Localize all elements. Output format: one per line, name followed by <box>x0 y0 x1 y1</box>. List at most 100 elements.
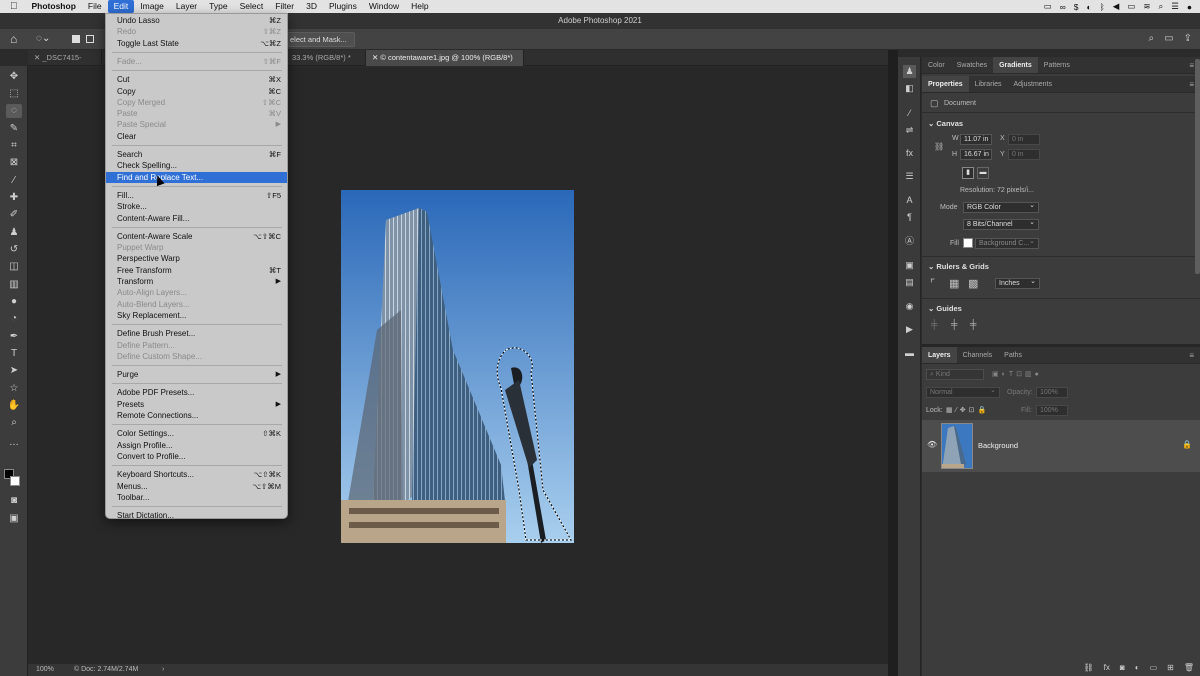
blend-mode-dropdown[interactable]: Normal <box>926 386 1000 398</box>
menu-item-toolbar[interactable]: Toolbar... <box>106 492 287 503</box>
add-mask-icon[interactable]: ◙ <box>1120 663 1125 672</box>
search-icon[interactable]: ⌕ <box>1149 33 1155 44</box>
lock-icons[interactable]: ▦⁄✥⊡🔒 <box>946 406 989 414</box>
mode-dropdown[interactable]: RGB Color <box>963 201 1039 213</box>
x-field[interactable]: 0 in <box>1008 134 1040 145</box>
screen-icon[interactable]: ▭ <box>1044 1 1052 12</box>
menu-item-adobe-pdf-presets[interactable]: Adobe PDF Presets... <box>106 387 287 398</box>
menu-item-content-aware-fill[interactable]: Content-Aware Fill... <box>106 213 287 224</box>
healing-tool-icon[interactable]: ✚ <box>6 191 22 205</box>
bluetooth-icon[interactable]: ᛒ <box>1100 2 1105 12</box>
menu-item-menus[interactable]: Menus... ⌥⇧⌘M <box>106 481 287 492</box>
creative-cloud-icon[interactable]: ∞ <box>1060 2 1066 12</box>
tab-patterns[interactable]: Patterns <box>1038 57 1076 73</box>
tab-color[interactable]: Color <box>922 57 951 73</box>
hand-tool-icon[interactable]: ✋ <box>6 399 22 413</box>
menu-select[interactable]: Select <box>234 0 270 13</box>
menu-item-start-dictation[interactable]: Start Dictation... <box>106 510 287 521</box>
new-layer-icon[interactable]: ⊞ <box>1167 663 1174 672</box>
adjustments-icon[interactable]: ⇌ <box>903 124 916 137</box>
frame-tool-icon[interactable]: ⊠ <box>6 156 22 170</box>
dollar-icon[interactable]: $ <box>1074 2 1079 12</box>
menu-item-perspective-warp[interactable]: Perspective Warp <box>106 253 287 264</box>
bit-depth-dropdown[interactable]: 8 Bits/Channel <box>963 218 1039 230</box>
glyphs-icon[interactable]: Ⓐ <box>903 235 916 248</box>
timeline-icon[interactable]: ▬ <box>903 347 916 360</box>
tab-layers[interactable]: Layers <box>922 347 957 363</box>
crop-tool-icon[interactable]: ⌗ <box>6 139 22 153</box>
menu-item-purge[interactable]: Purge ▶ <box>106 369 287 380</box>
3d-icon[interactable]: ◉ <box>903 300 916 313</box>
portrait-orientation-icon[interactable]: ▮ <box>962 167 974 179</box>
menu-item-free-transform[interactable]: Free Transform ⌘T <box>106 265 287 276</box>
menu-item-color-settings[interactable]: Color Settings... ⇧⌘K <box>106 428 287 439</box>
tab-channels[interactable]: Channels <box>957 347 999 363</box>
menu-item-cut[interactable]: Cut ⌘X <box>106 74 287 85</box>
guides-section[interactable]: ⌄ Guides <box>928 304 962 313</box>
quick-select-tool-icon[interactable]: ✎ <box>6 122 22 136</box>
lasso-tool-icon[interactable]: ◌⌄ <box>36 33 50 44</box>
menu-item-copy[interactable]: Copy ⌘C <box>106 86 287 97</box>
y-field[interactable]: 0 in <box>1008 149 1040 160</box>
delete-layer-icon[interactable]: 🗑 <box>1184 663 1194 672</box>
home-icon[interactable]: ⌂ <box>10 32 24 46</box>
link-layers-icon[interactable]: ⛓ <box>1084 663 1094 672</box>
info-icon[interactable]: ▣ <box>903 259 916 272</box>
stamp-tool-icon[interactable]: ♟ <box>6 226 22 240</box>
path-select-icon[interactable]: ➤ <box>6 364 22 378</box>
brush-tool-icon[interactable]: ✐ <box>6 208 22 222</box>
notes-icon[interactable]: ▤ <box>903 276 916 289</box>
siri-icon[interactable]: ● <box>1187 2 1192 12</box>
blur-tool-icon[interactable]: ● <box>6 295 22 309</box>
eraser-tool-icon[interactable]: ◫ <box>6 260 22 274</box>
menu-layer[interactable]: Layer <box>170 0 203 13</box>
layer-fill-field[interactable]: 100% <box>1036 405 1068 416</box>
canvas-section[interactable]: ⌄ Canvas <box>928 119 963 128</box>
new-selection-icon[interactable] <box>72 35 80 43</box>
menu-item-stroke[interactable]: Stroke... <box>106 201 287 212</box>
menu-edit[interactable]: Edit <box>107 0 135 13</box>
adjustment-layer-icon[interactable]: ◐ <box>1135 663 1140 672</box>
menu-file[interactable]: File <box>82 0 108 13</box>
share-icon[interactable]: ⇪ <box>1184 33 1192 44</box>
menu-item-transform[interactable]: Transform ▶ <box>106 276 287 287</box>
menu-item-convert-to-profile[interactable]: Convert to Profile... <box>106 451 287 462</box>
height-field[interactable]: 16.67 in <box>960 149 992 160</box>
add-selection-icon[interactable] <box>86 35 94 43</box>
grid-icon[interactable]: ▦ <box>949 277 959 290</box>
brush-settings-icon[interactable]: ⁄ <box>903 107 916 120</box>
menu-window[interactable]: Window <box>363 0 405 13</box>
menu-item-clear[interactable]: Clear <box>106 131 287 142</box>
guide-settings-icon[interactable]: ╪ <box>951 319 957 329</box>
contrast-icon[interactable]: ◐ <box>1087 2 1092 12</box>
panel-menu-icon[interactable]: ≡ <box>1189 347 1200 363</box>
eyedropper-tool-icon[interactable]: ⁄ <box>6 174 22 188</box>
apple-icon[interactable]:  <box>0 0 26 13</box>
tab-gradients[interactable]: Gradients <box>993 57 1038 73</box>
tab-second-doc[interactable]: 33.3% (RGB/8*) * <box>286 50 366 66</box>
tab-adjustments[interactable]: Adjustments <box>1007 76 1058 92</box>
menu-type[interactable]: Type <box>203 0 233 13</box>
quick-mask-icon[interactable]: ◙ <box>6 494 22 508</box>
tab-contentaware1[interactable]: ✕ © contentaware1.jpg @ 100% (RGB/8*) * <box>366 50 524 78</box>
fill-dropdown[interactable]: Background C... <box>975 237 1039 249</box>
menu-item-find-and-replace-text[interactable]: Find and Replace Text... <box>106 171 287 183</box>
new-group-icon[interactable]: ▭ <box>1150 663 1158 672</box>
zoom-tool-icon[interactable]: ⌕ <box>6 416 22 430</box>
fill-color-swatch[interactable] <box>963 238 973 248</box>
tab-dsc7415[interactable]: ✕ _DSC7415-1.jpg <box>28 50 102 78</box>
menu-item-content-aware-scale[interactable]: Content-Aware Scale ⌥⇧⌘C <box>106 231 287 242</box>
volume-icon[interactable]: ◀ <box>1113 1 1120 12</box>
learn-icon[interactable]: ♟ <box>903 65 916 78</box>
menu-item-toggle-last-state[interactable]: Toggle Last State ⌥⌘Z <box>106 38 287 49</box>
search-icon[interactable]: ⌕ <box>1158 1 1163 12</box>
styles-icon[interactable]: fx <box>903 147 916 160</box>
dodge-tool-icon[interactable]: ◔ <box>6 312 22 326</box>
document-image[interactable] <box>341 190 574 543</box>
character-icon[interactable]: A <box>903 194 916 207</box>
guide-clear-icon[interactable]: ╪ <box>970 319 976 329</box>
pen-tool-icon[interactable]: ✒ <box>6 330 22 344</box>
menu-item-define-brush-preset[interactable]: Define Brush Preset... <box>106 328 287 339</box>
type-tool-icon[interactable]: T <box>6 347 22 361</box>
filter-icons[interactable]: ▣◐T⊡▥● <box>992 370 1042 378</box>
